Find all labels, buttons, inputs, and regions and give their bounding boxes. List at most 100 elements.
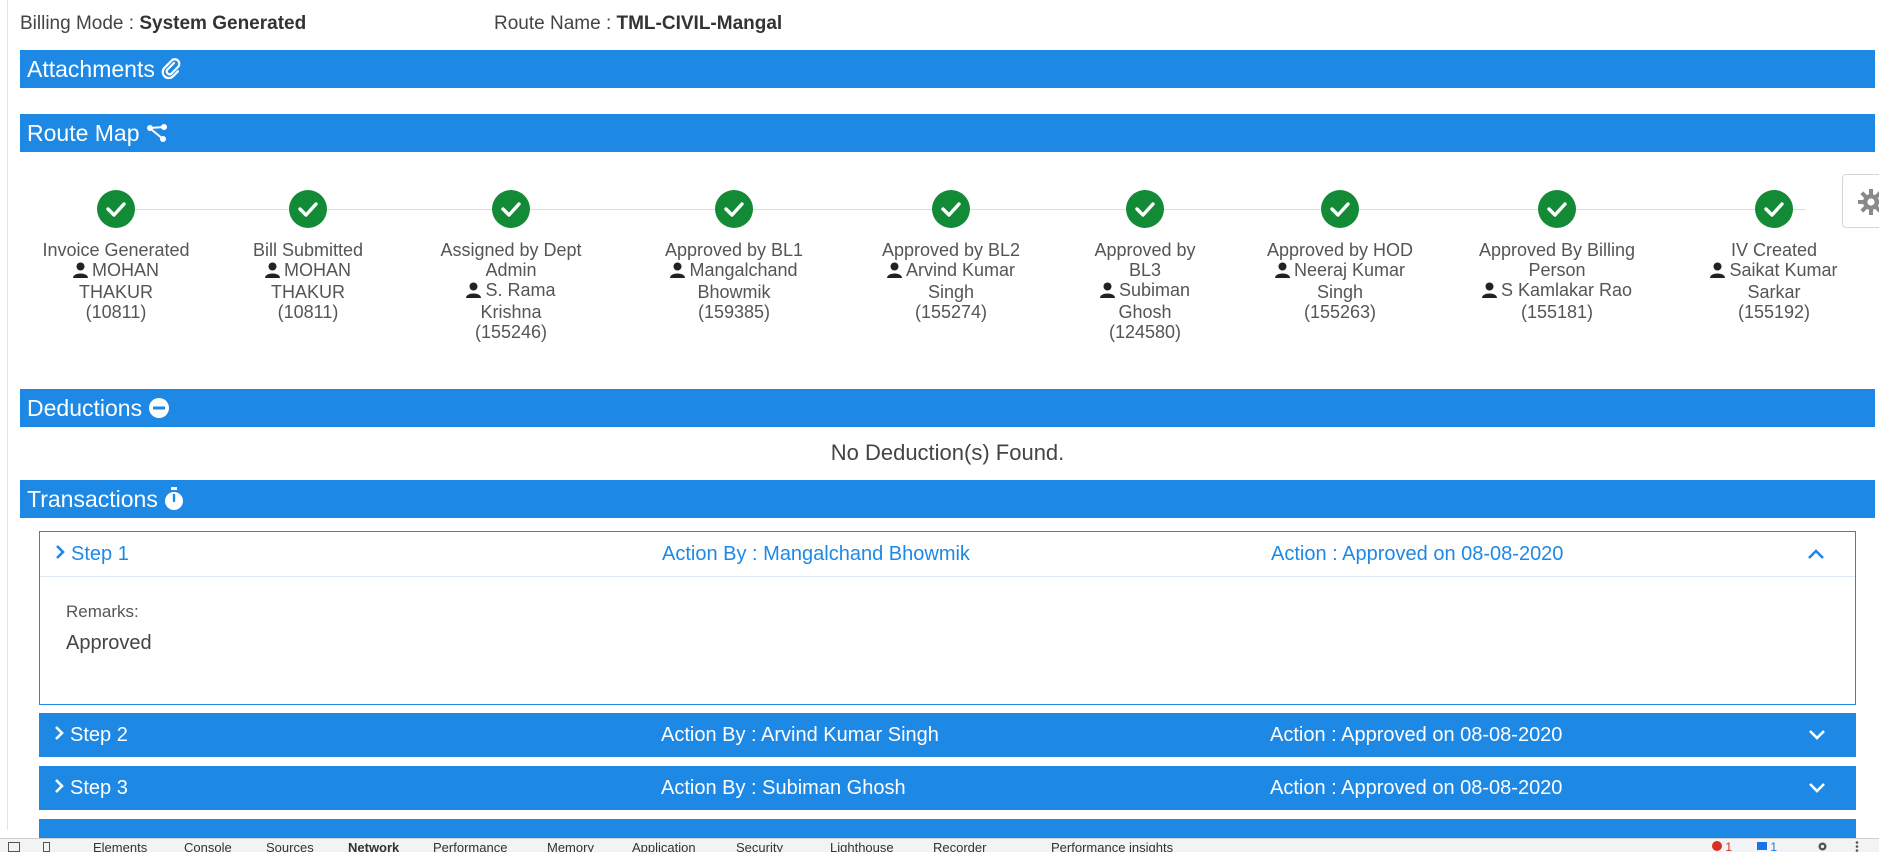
step-label: Step 1 bbox=[71, 542, 129, 565]
user-icon bbox=[1481, 282, 1497, 302]
stage-person-name: Saikat Kumar Sarkar bbox=[1729, 260, 1838, 302]
billing-mode-label: Billing Mode : bbox=[20, 13, 140, 34]
stage-person: MOHAN THAKUR bbox=[41, 260, 191, 302]
devtools-tab-lighthouse[interactable]: Lighthouse bbox=[830, 840, 894, 852]
devtools-tab-elements[interactable]: Elements bbox=[93, 840, 147, 852]
devtools-tab-application[interactable]: Application bbox=[632, 840, 696, 852]
gear-icon bbox=[1857, 188, 1879, 221]
route-stage-iv-created: IV Created Saikat Kumar Sarkar (155192) bbox=[1699, 190, 1849, 322]
stage-person-id: (155274) bbox=[914, 302, 988, 322]
devtools-device-icon[interactable] bbox=[40, 840, 52, 852]
route-stage-approved-billing-person: Approved By Billing Person S Kamlakar Ra… bbox=[1472, 190, 1642, 322]
attachments-header[interactable]: Attachments bbox=[20, 50, 1875, 88]
check-icon bbox=[1538, 190, 1576, 228]
user-icon bbox=[73, 262, 88, 282]
stage-person-name: MOHAN THAKUR bbox=[78, 260, 159, 302]
user-icon bbox=[670, 262, 686, 282]
billing-mode: Billing Mode : System Generated bbox=[20, 13, 306, 35]
stage-person-name: MOHAN THAKUR bbox=[270, 260, 351, 302]
check-icon bbox=[715, 190, 753, 228]
minus-circle-icon bbox=[148, 397, 170, 419]
chevron-right-icon bbox=[54, 724, 64, 747]
stage-title: IV Created bbox=[1730, 240, 1818, 260]
check-icon bbox=[97, 190, 135, 228]
stage-person: MOHAN THAKUR bbox=[233, 260, 383, 302]
route-stage-approved-bl2: Approved by BL2 Arvind Kumar Singh (1552… bbox=[876, 190, 1026, 322]
devtools-settings-icon[interactable] bbox=[1817, 840, 1828, 852]
transaction-step-2[interactable]: Step 2 Action By : Arvind Kumar Singh Ac… bbox=[39, 713, 1856, 757]
step-3-label-group: Step 3 bbox=[54, 777, 128, 800]
devtools-tab-performance-insights[interactable]: Performance insights bbox=[1051, 840, 1173, 852]
transaction-step-3[interactable]: Step 3 Action By : Subiman Ghosh Action … bbox=[39, 766, 1856, 810]
route-stage-assigned-by-dept-admin: Assigned by Dept Admin S. Rama Krishna (… bbox=[436, 190, 586, 342]
route-stage-approved-hod: Approved by HOD Neeraj Kumar Singh (1552… bbox=[1265, 190, 1415, 322]
devtools-more-icon[interactable] bbox=[1855, 840, 1859, 852]
route-name-value: TML-CIVIL-Mangal bbox=[616, 13, 783, 34]
stage-person-name: Arvind Kumar Singh bbox=[905, 260, 1016, 302]
stage-person-id: (159385) bbox=[697, 302, 771, 322]
stage-person-name: S. Rama Krishna bbox=[480, 280, 556, 322]
step-action-by: Action By : Subiman Ghosh bbox=[661, 776, 906, 799]
step-action: Action : Approved on 08-08-2020 bbox=[1271, 542, 1564, 565]
stage-person-name: Neeraj Kumar Singh bbox=[1293, 260, 1406, 302]
route-stage-approved-bl1: Approved by BL1 Mangalchand Bhowmik (159… bbox=[659, 190, 809, 322]
step-1-header[interactable]: Step 1 Action By : Mangalchand Bhowmik A… bbox=[40, 532, 1855, 577]
deductions-title: Deductions bbox=[27, 395, 143, 421]
step-1-label-group: Step 1 bbox=[55, 543, 129, 566]
check-icon bbox=[932, 190, 970, 228]
chevron-right-icon bbox=[55, 543, 65, 566]
check-icon bbox=[289, 190, 327, 228]
devtools-tab-security[interactable]: Security bbox=[736, 840, 783, 852]
step-label: Step 3 bbox=[70, 776, 128, 799]
devtools-dock-icon[interactable] bbox=[8, 840, 20, 852]
step-label: Step 2 bbox=[70, 723, 128, 746]
settings-toggle-button[interactable] bbox=[1842, 174, 1879, 228]
stage-person-id: (155263) bbox=[1303, 302, 1377, 322]
step-2-header[interactable]: Step 2 Action By : Arvind Kumar Singh Ac… bbox=[39, 713, 1856, 757]
stopwatch-icon bbox=[164, 487, 184, 511]
deductions-header[interactable]: Deductions bbox=[20, 389, 1875, 427]
route-name-label: Route Name : bbox=[494, 13, 617, 34]
devtools-tab-network[interactable]: Network bbox=[348, 840, 399, 852]
chevron-up-icon[interactable] bbox=[1807, 548, 1825, 560]
devtools-error-count[interactable]: 1 bbox=[1712, 840, 1732, 852]
user-icon bbox=[886, 262, 902, 282]
stage-person-id: (10811) bbox=[277, 302, 339, 322]
stage-person: S. Rama Krishna bbox=[436, 280, 586, 322]
paperclip-icon bbox=[161, 58, 181, 80]
stage-title: Approved By Billing Person bbox=[1478, 240, 1636, 280]
transaction-step-4-partial[interactable] bbox=[39, 819, 1856, 838]
route-map-title: Route Map bbox=[27, 120, 140, 146]
devtools-tab-memory[interactable]: Memory bbox=[547, 840, 594, 852]
devtools-tab-recorder[interactable]: Recorder bbox=[933, 840, 986, 852]
devtools-message-count[interactable]: 1 bbox=[1757, 840, 1777, 852]
chevron-down-icon[interactable] bbox=[1808, 729, 1826, 741]
stage-person: Arvind Kumar Singh bbox=[876, 260, 1026, 302]
transactions-title: Transactions bbox=[27, 486, 158, 512]
route-name: Route Name : TML-CIVIL-Mangal bbox=[494, 13, 782, 35]
step-2-label-group: Step 2 bbox=[54, 724, 128, 747]
devtools-tab-sources[interactable]: Sources bbox=[266, 840, 314, 852]
chevron-right-icon bbox=[54, 777, 64, 800]
stage-title: Approved by BL1 bbox=[664, 240, 804, 260]
check-icon bbox=[1321, 190, 1359, 228]
stage-title: Approved by BL3 bbox=[1094, 240, 1196, 280]
step-action: Action : Approved on 08-08-2020 bbox=[1270, 723, 1563, 746]
devtools-tab-performance[interactable]: Performance bbox=[433, 840, 507, 852]
error-icon bbox=[1712, 841, 1722, 851]
devtools-tab-console[interactable]: Console bbox=[184, 840, 232, 852]
stage-person-id: (124580) bbox=[1108, 322, 1182, 342]
stage-person: Mangalchand Bhowmik bbox=[659, 260, 809, 302]
step-3-header[interactable]: Step 3 Action By : Subiman Ghosh Action … bbox=[39, 766, 1856, 810]
stage-person-id: (155181) bbox=[1520, 302, 1594, 322]
user-icon bbox=[265, 262, 280, 282]
stage-title: Invoice Generated bbox=[42, 240, 190, 260]
stage-person: Neeraj Kumar Singh bbox=[1265, 260, 1415, 302]
chevron-down-icon[interactable] bbox=[1808, 782, 1826, 794]
message-count-value: 1 bbox=[1770, 840, 1778, 852]
step-action: Action : Approved on 08-08-2020 bbox=[1270, 776, 1563, 799]
route-map-header[interactable]: Route Map bbox=[20, 114, 1875, 152]
transactions-header[interactable]: Transactions bbox=[20, 480, 1875, 518]
billing-mode-value: System Generated bbox=[139, 13, 307, 34]
user-icon bbox=[466, 282, 482, 302]
